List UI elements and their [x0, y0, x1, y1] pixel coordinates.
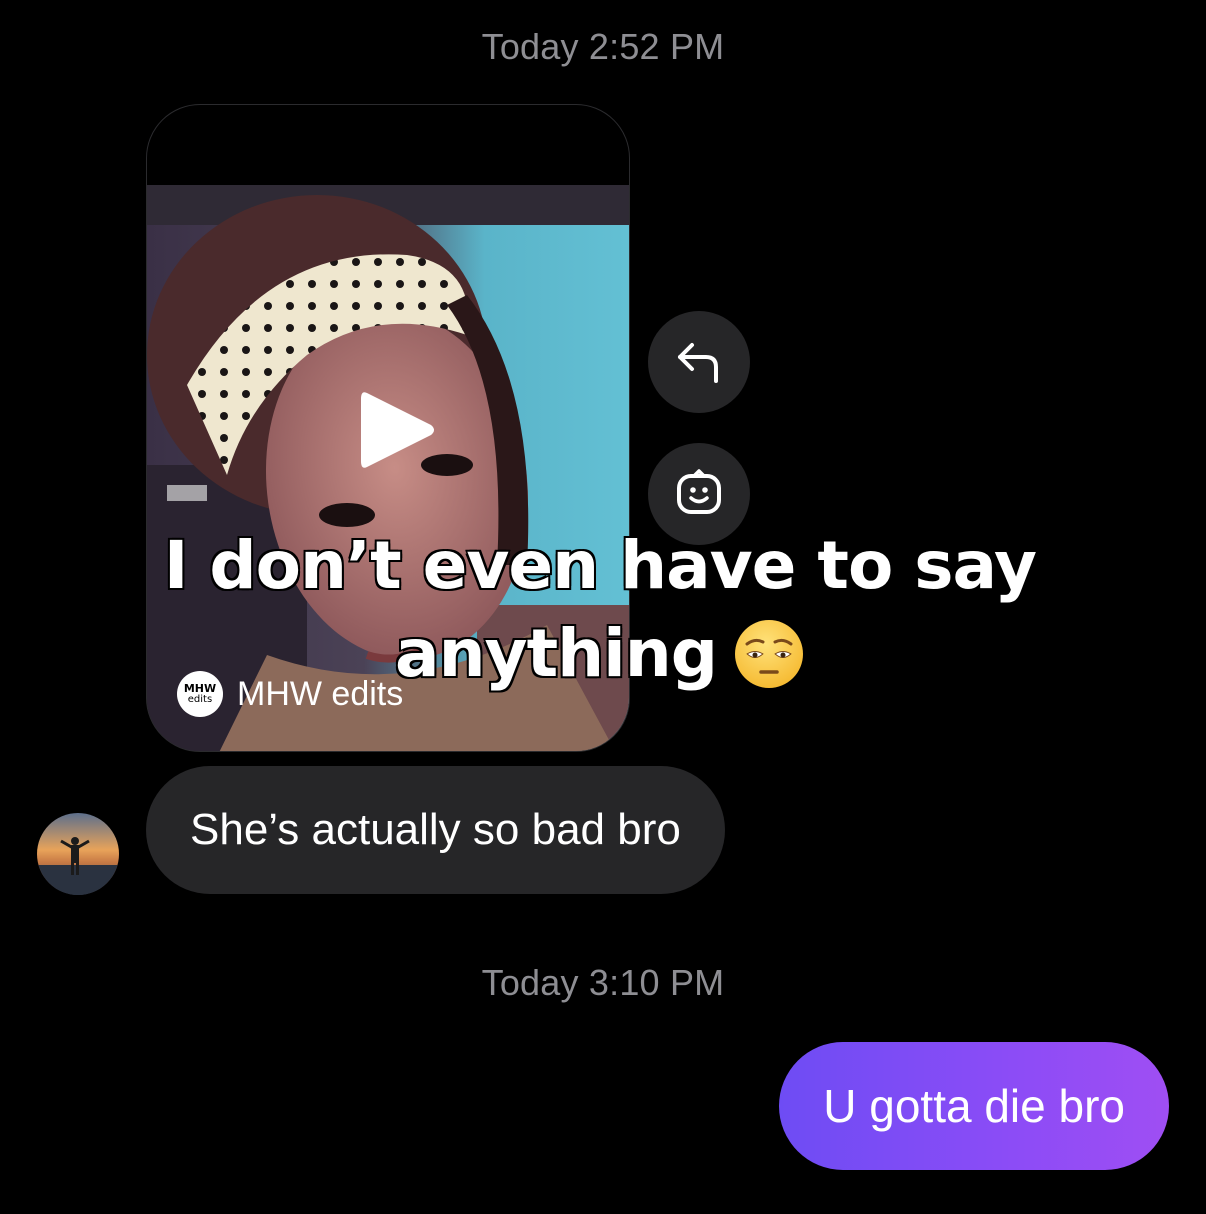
- outgoing-message-bubble[interactable]: U gotta die bro: [779, 1042, 1169, 1170]
- overlay-caption: I don’t even have to say anything: [120, 522, 1080, 698]
- sender-avatar[interactable]: [37, 813, 119, 895]
- timestamp: Today 3:10 PM: [481, 962, 725, 1003]
- reply-button[interactable]: [648, 311, 750, 413]
- reply-arrow-icon: [678, 343, 718, 383]
- message-text: U gotta die bro: [823, 1080, 1125, 1132]
- emoji-react-icon: [677, 469, 721, 514]
- play-icon[interactable]: [357, 387, 437, 473]
- overlay-caption-line2: anything: [394, 614, 720, 694]
- timestamp: Today 2:52 PM: [481, 26, 725, 67]
- message-text: She’s actually so bad bro: [190, 805, 681, 854]
- incoming-message-bubble[interactable]: She’s actually so bad bro: [146, 766, 725, 894]
- overlay-caption-line1: I don’t even have to say: [162, 526, 1038, 606]
- pensive-face-icon: [734, 620, 803, 688]
